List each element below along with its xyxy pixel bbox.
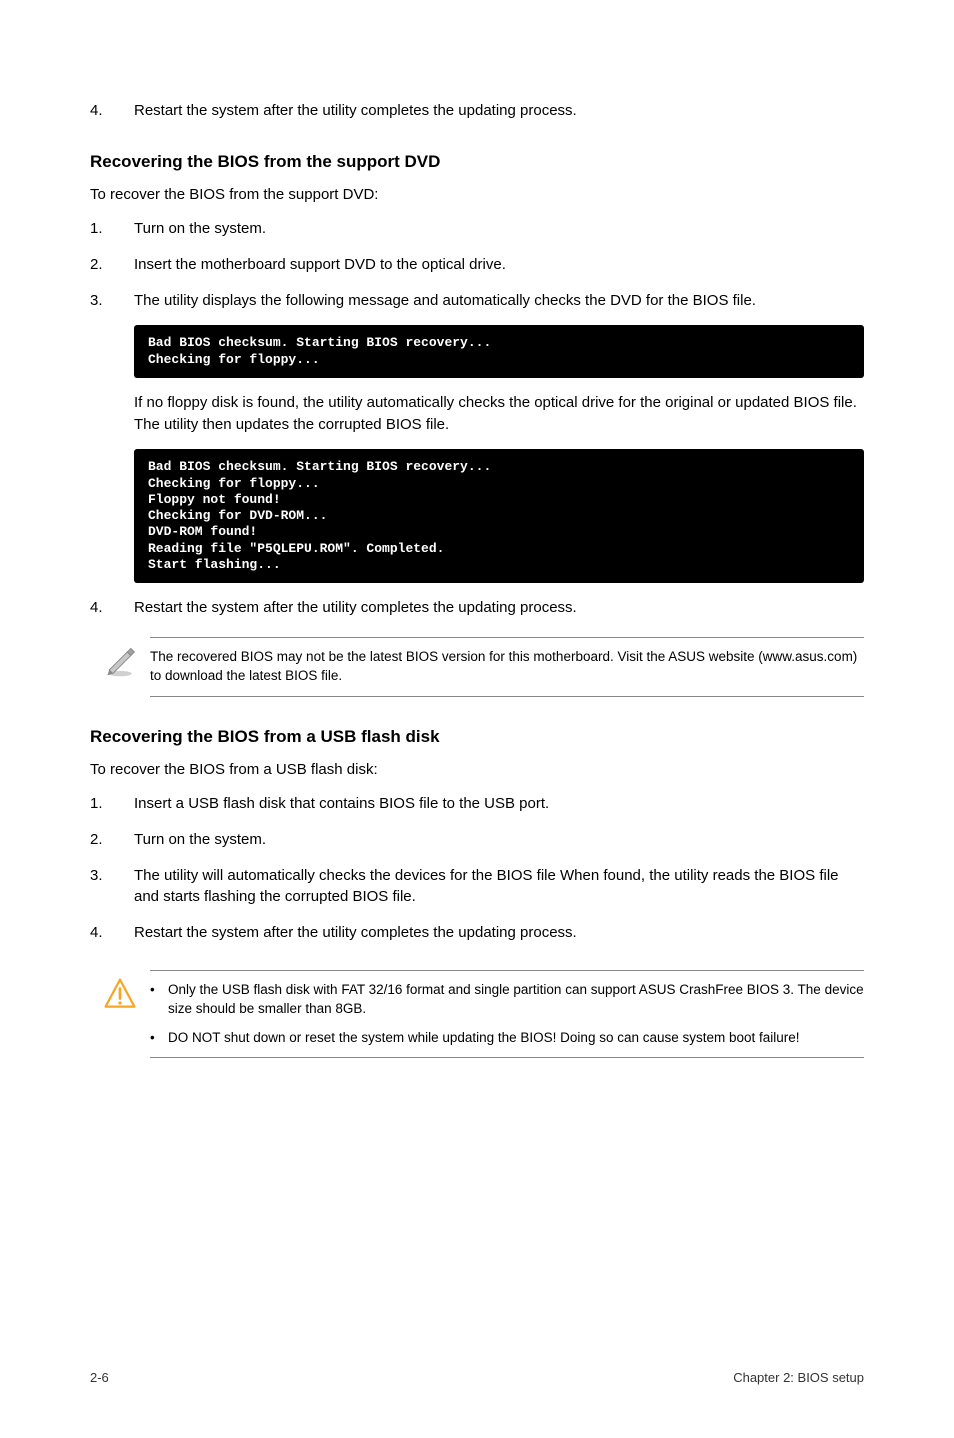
list-number: 4. bbox=[90, 100, 134, 122]
list-number: 4. bbox=[90, 922, 134, 944]
list-text: The utility displays the following messa… bbox=[134, 290, 864, 312]
list-number: 4. bbox=[90, 597, 134, 619]
warning-bullet: • DO NOT shut down or reset the system w… bbox=[150, 1029, 864, 1048]
list-text: The utility will automatically checks th… bbox=[134, 865, 864, 909]
heading-recover-dvd: Recovering the BIOS from the support DVD bbox=[90, 150, 864, 175]
warning-bullet: • Only the USB flash disk with FAT 32/16… bbox=[150, 981, 864, 1019]
warning-text: DO NOT shut down or reset the system whi… bbox=[168, 1029, 864, 1048]
list-text: Insert the motherboard support DVD to th… bbox=[134, 254, 864, 276]
note-callout: The recovered BIOS may not be the latest… bbox=[90, 637, 864, 697]
list-item: 2. Turn on the system. bbox=[90, 829, 864, 851]
intro-text: To recover the BIOS from a USB flash dis… bbox=[90, 759, 864, 781]
list-item: 4. Restart the system after the utility … bbox=[90, 100, 864, 122]
list-item: 3. The utility displays the following me… bbox=[90, 290, 864, 312]
page-number: 2-6 bbox=[90, 1369, 109, 1388]
chapter-label: Chapter 2: BIOS setup bbox=[733, 1369, 864, 1388]
heading-recover-usb: Recovering the BIOS from a USB flash dis… bbox=[90, 725, 864, 750]
intro-text: To recover the BIOS from the support DVD… bbox=[90, 184, 864, 206]
warning-text: Only the USB flash disk with FAT 32/16 f… bbox=[168, 981, 864, 1019]
list-item: 2. Insert the motherboard support DVD to… bbox=[90, 254, 864, 276]
pencil-note-icon bbox=[90, 637, 150, 679]
list-number: 2. bbox=[90, 829, 134, 851]
list-number: 1. bbox=[90, 793, 134, 815]
list-item: 1. Turn on the system. bbox=[90, 218, 864, 240]
list-text: Insert a USB flash disk that contains BI… bbox=[134, 793, 864, 815]
list-text: Restart the system after the utility com… bbox=[134, 100, 864, 122]
warning-callout: • Only the USB flash disk with FAT 32/16… bbox=[90, 970, 864, 1059]
body-text: If no floppy disk is found, the utility … bbox=[134, 392, 864, 436]
list-number: 2. bbox=[90, 254, 134, 276]
list-number: 1. bbox=[90, 218, 134, 240]
bullet-marker: • bbox=[150, 981, 168, 1019]
bullet-marker: • bbox=[150, 1029, 168, 1048]
list-text: Restart the system after the utility com… bbox=[134, 597, 864, 619]
list-item: 4. Restart the system after the utility … bbox=[90, 922, 864, 944]
list-number: 3. bbox=[90, 290, 134, 312]
terminal-output: Bad BIOS checksum. Starting BIOS recover… bbox=[134, 449, 864, 583]
list-item: 3. The utility will automatically checks… bbox=[90, 865, 864, 909]
list-item: 4. Restart the system after the utility … bbox=[90, 597, 864, 619]
list-text: Turn on the system. bbox=[134, 829, 864, 851]
list-text: Turn on the system. bbox=[134, 218, 864, 240]
note-text: The recovered BIOS may not be the latest… bbox=[150, 637, 864, 697]
list-number: 3. bbox=[90, 865, 134, 909]
warning-text-block: • Only the USB flash disk with FAT 32/16… bbox=[150, 970, 864, 1059]
warning-icon bbox=[90, 970, 150, 1012]
list-item: 1. Insert a USB flash disk that contains… bbox=[90, 793, 864, 815]
list-text: Restart the system after the utility com… bbox=[134, 922, 864, 944]
page-footer: 2-6 Chapter 2: BIOS setup bbox=[90, 1369, 864, 1388]
terminal-output: Bad BIOS checksum. Starting BIOS recover… bbox=[134, 325, 864, 378]
